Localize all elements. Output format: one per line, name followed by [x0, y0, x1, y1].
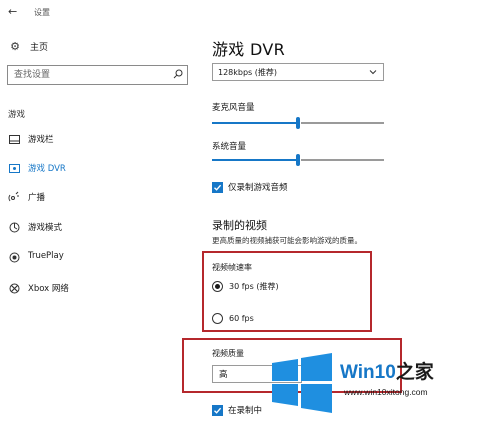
xbox-icon	[7, 281, 21, 295]
audio-quality-value: 128kbps (推荐)	[218, 67, 278, 77]
sidebar-item-label: 广播	[28, 193, 46, 203]
audio-quality-dropdown[interactable]: 128kbps (推荐)	[212, 63, 384, 81]
back-arrow-icon[interactable]: ←	[8, 6, 17, 17]
slider-thumb[interactable]	[296, 154, 300, 166]
app-title: 设置	[34, 8, 50, 17]
sidebar-home-label: 主页	[30, 42, 49, 53]
page-title: 游戏 DVR	[212, 40, 285, 59]
broadcast-icon	[7, 190, 21, 204]
game-audio-only-label: 仅录制游戏音频	[228, 183, 288, 193]
sidebar-item-game-mode[interactable]: 游戏模式	[0, 219, 200, 235]
annotation-box-frame-rate	[202, 251, 372, 332]
mic-volume-label: 麦克风音量	[212, 103, 255, 113]
watermark-title: Win10之家	[340, 357, 434, 384]
search-input[interactable]	[8, 66, 168, 84]
sidebar-item-broadcast[interactable]: 广播	[0, 189, 200, 205]
game-bar-icon	[7, 132, 21, 146]
sidebar-item-label: 游戏模式	[28, 223, 63, 233]
game-dvr-icon	[7, 161, 21, 175]
game-audio-only-checkbox[interactable]	[212, 181, 223, 193]
watermark: Win10之家 www.win10xitong.com	[268, 351, 500, 421]
sidebar: ⚙ 主页 游戏 游戏栏 游戏 DVR 广播 游戏模式	[0, 24, 200, 421]
watermark-title-cjk: 之家	[395, 362, 434, 383]
checkmark-icon	[214, 184, 222, 191]
trueplay-icon	[7, 250, 21, 264]
windows-logo	[272, 353, 332, 413]
game-audio-only-option[interactable]: 仅录制游戏音频	[212, 181, 288, 193]
sidebar-item-game-bar[interactable]: 游戏栏	[0, 131, 200, 147]
system-volume-label: 系统音量	[212, 142, 247, 152]
slider-track-fill	[212, 122, 298, 124]
mic-volume-slider[interactable]	[212, 117, 384, 129]
slider-track	[301, 159, 384, 161]
sidebar-item-label: 游戏栏	[28, 135, 54, 145]
chevron-down-icon	[369, 70, 377, 75]
game-mode-icon	[7, 220, 21, 234]
recorded-video-heading: 录制的视频	[212, 219, 267, 232]
watermark-title-latin: Win10	[340, 362, 396, 383]
slider-thumb[interactable]	[296, 117, 300, 129]
section-label-games: 游戏	[8, 110, 26, 120]
sidebar-item-label: Xbox 网络	[28, 284, 69, 294]
sidebar-item-label: TruePlay	[28, 251, 64, 261]
slider-track	[301, 122, 384, 124]
sidebar-item-trueplay[interactable]: TruePlay	[0, 249, 200, 265]
search-box[interactable]	[7, 65, 188, 85]
sidebar-item-xbox-network[interactable]: Xbox 网络	[0, 280, 200, 296]
recorded-video-description: 更高质量的视频捕获可能会影响游戏的质量。	[212, 236, 362, 245]
capture-label: 在录制中	[228, 406, 263, 416]
capture-option[interactable]: 在录制中	[212, 404, 262, 416]
system-volume-slider[interactable]	[212, 154, 384, 166]
search-icon[interactable]	[173, 69, 183, 79]
capture-checkbox[interactable]	[212, 404, 223, 416]
sidebar-item-label: 游戏 DVR	[28, 164, 66, 174]
sidebar-home[interactable]: ⚙ 主页	[8, 39, 48, 53]
gear-icon: ⚙	[10, 39, 20, 53]
checkmark-icon	[214, 407, 222, 414]
watermark-url: www.win10xitong.com	[344, 387, 428, 397]
sidebar-item-game-dvr[interactable]: 游戏 DVR	[0, 160, 200, 176]
slider-track-fill	[212, 159, 298, 161]
